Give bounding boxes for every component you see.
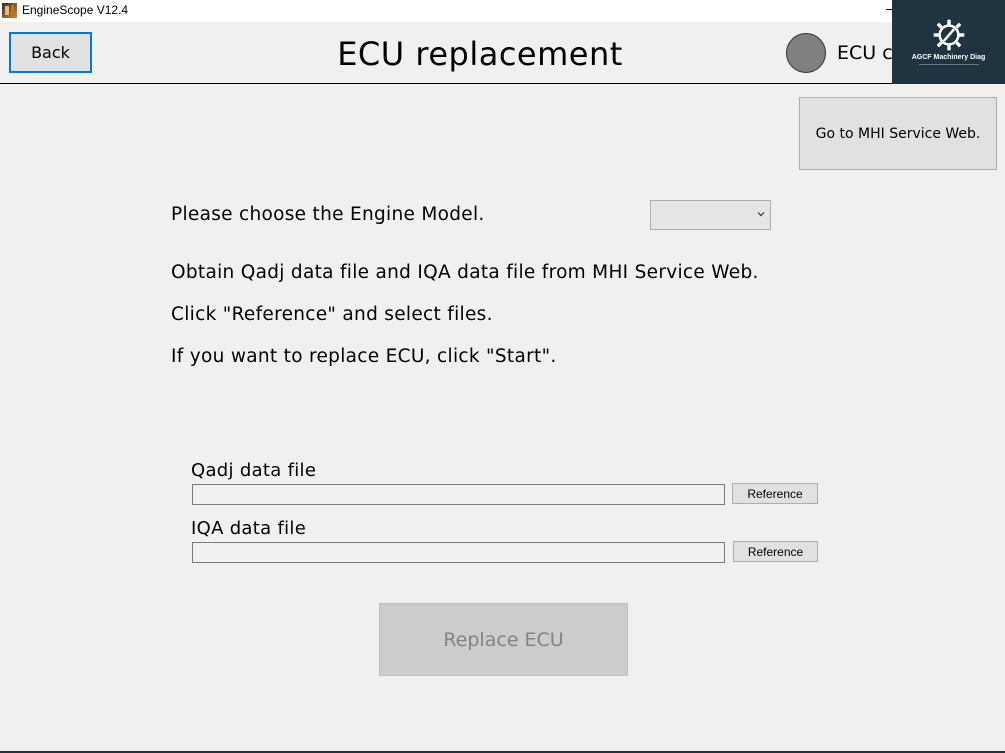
ecu-status-label: ECU c xyxy=(837,42,893,64)
iqa-reference-button[interactable]: Reference xyxy=(733,541,818,562)
title-bar: EngineScope V12.4 xyxy=(0,0,1005,22)
click-reference-text: Click "Reference" and select files. xyxy=(171,304,493,325)
obtain-files-text: Obtain Qadj data file and IQA data file … xyxy=(171,262,759,283)
replace-ecu-button[interactable]: Replace ECU xyxy=(379,603,628,676)
service-web-button[interactable]: Go to MHI Service Web. xyxy=(799,97,997,170)
iqa-file-input[interactable] xyxy=(192,542,725,563)
watermark-logo: AGCF Machinery Diag xyxy=(892,0,1005,84)
qadj-file-label: Qadj data file xyxy=(191,460,317,481)
engine-model-select[interactable] xyxy=(650,200,771,230)
gear-logo-icon xyxy=(933,19,964,50)
iqa-file-label: IQA data file xyxy=(191,518,307,539)
ecu-status-indicator xyxy=(786,33,826,73)
window-title: EngineScope V12.4 xyxy=(22,3,129,17)
qadj-file-input[interactable] xyxy=(192,484,725,505)
qadj-reference-button[interactable]: Reference xyxy=(732,483,818,504)
watermark-divider xyxy=(918,63,979,65)
chevron-down-icon xyxy=(757,212,765,217)
watermark-text: AGCF Machinery Diag xyxy=(911,53,986,61)
app-icon xyxy=(2,3,17,18)
click-start-text: If you want to replace ECU, click "Start… xyxy=(171,346,557,367)
choose-model-text: Please choose the Engine Model. xyxy=(171,204,485,225)
header: Back ECU replacement ECU c xyxy=(0,22,1005,84)
